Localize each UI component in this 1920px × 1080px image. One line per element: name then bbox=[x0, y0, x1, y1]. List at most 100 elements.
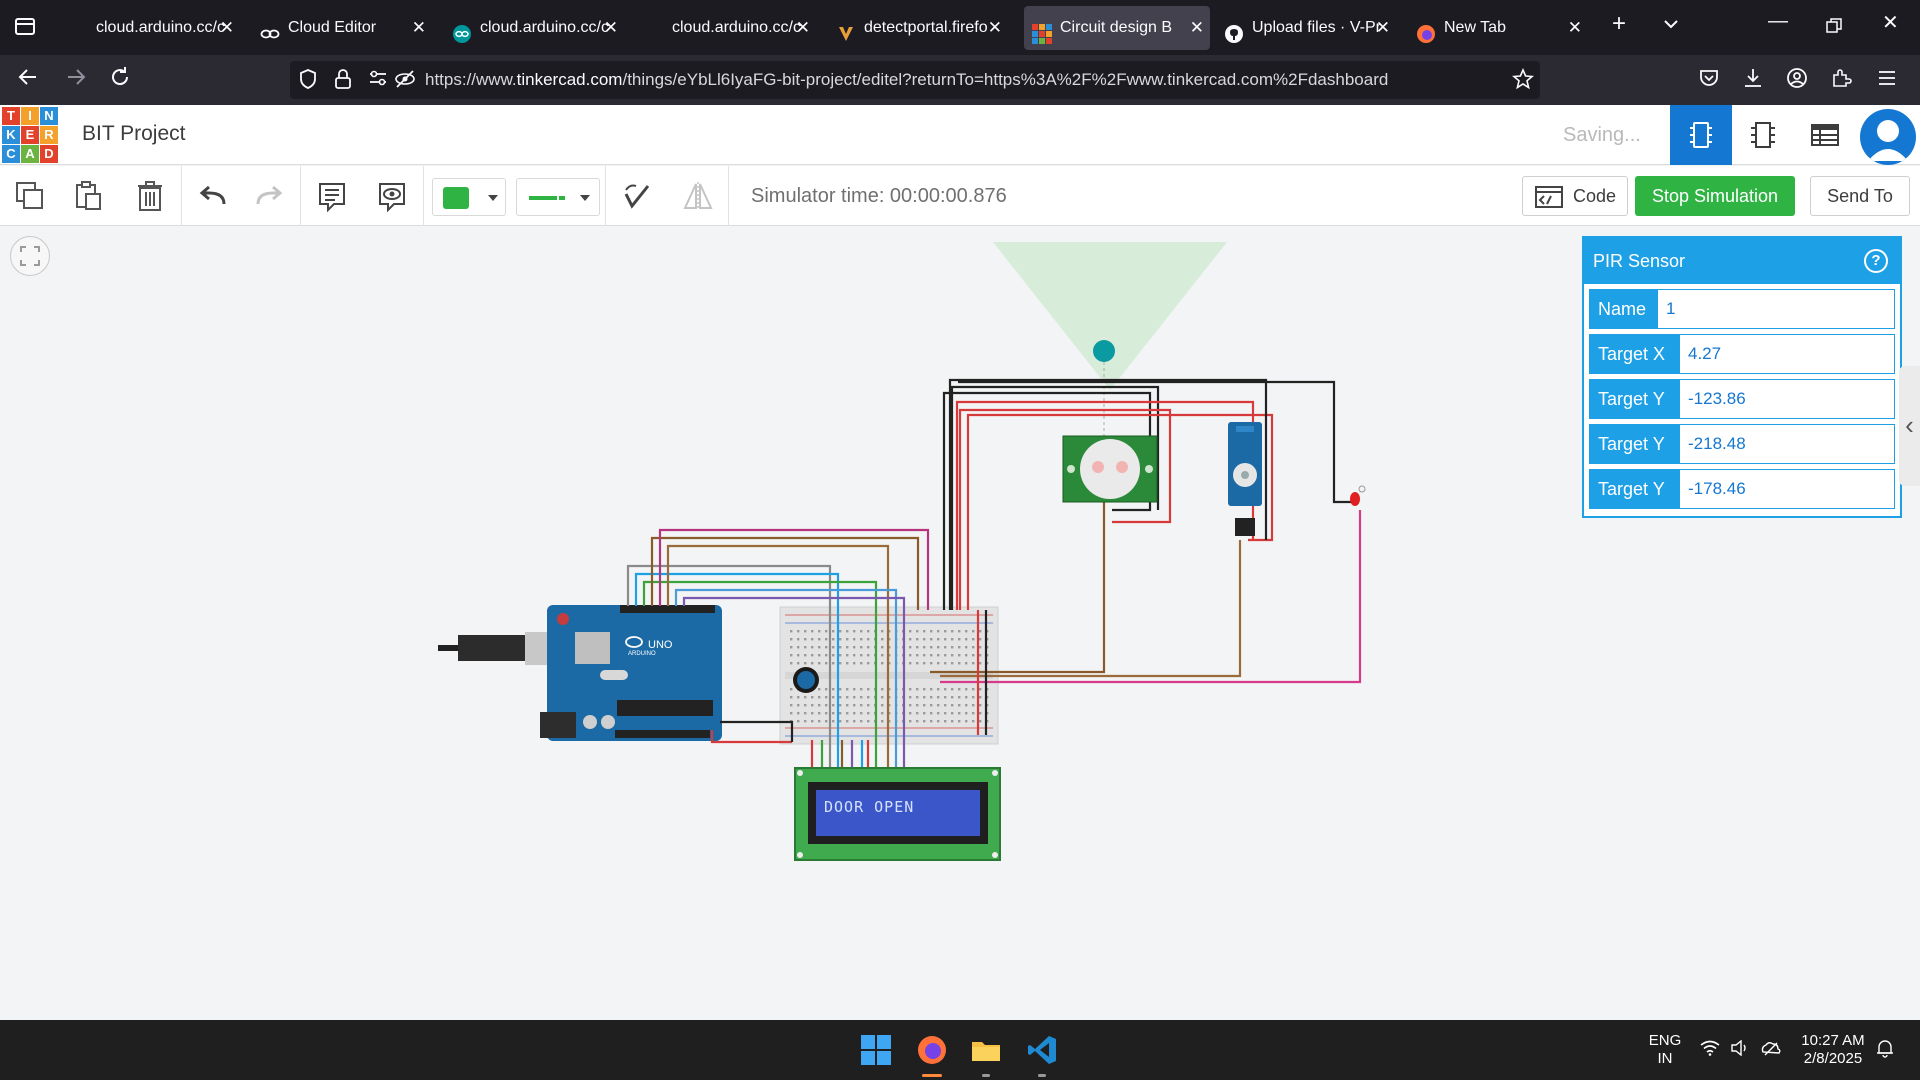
app-menu-hamburger-icon[interactable] bbox=[1876, 67, 1898, 96]
help-icon[interactable]: ? bbox=[1864, 249, 1888, 273]
code-button[interactable]: Code bbox=[1522, 176, 1628, 216]
browser-tab-active[interactable]: Circuit design BIT ✕ bbox=[1024, 6, 1210, 50]
paste-icon[interactable] bbox=[70, 178, 106, 214]
tinkercad-icon bbox=[1032, 18, 1052, 44]
arduino-uno-board: UNO ARDUINO bbox=[540, 605, 722, 741]
pir-target-marker bbox=[1093, 340, 1115, 362]
circuit-view-button[interactable] bbox=[1670, 105, 1732, 165]
vscode-icon[interactable] bbox=[1026, 1034, 1058, 1077]
circuit-diagram: UNO ARDUINO DOOR OPEN bbox=[438, 242, 1366, 861]
github-icon bbox=[1224, 18, 1244, 43]
logo-letter: N bbox=[40, 107, 58, 125]
downloads-icon[interactable] bbox=[1742, 67, 1764, 96]
toolbar-divider bbox=[181, 166, 182, 226]
tracking-blocked-icon[interactable] bbox=[394, 68, 416, 95]
project-title[interactable]: BIT Project bbox=[82, 122, 185, 146]
chevron-down-icon bbox=[580, 195, 590, 201]
target-y-input[interactable] bbox=[1688, 380, 1896, 418]
wire-type-picker[interactable] bbox=[516, 178, 600, 216]
firefox-taskbar-icon[interactable] bbox=[916, 1034, 948, 1077]
flip-mirror-icon[interactable] bbox=[680, 178, 716, 214]
close-tab-icon[interactable]: ✕ bbox=[1190, 6, 1204, 50]
rotate-icon[interactable] bbox=[618, 178, 654, 214]
windows-start-icon[interactable] bbox=[860, 1034, 892, 1066]
target-x-input[interactable] bbox=[1688, 335, 1896, 373]
tab-overview-icon[interactable] bbox=[12, 15, 38, 39]
toggle-notes-visibility-icon[interactable] bbox=[374, 178, 410, 214]
schematic-view-button[interactable] bbox=[1732, 105, 1794, 165]
color-picker[interactable] bbox=[432, 178, 506, 216]
table-list-icon bbox=[1811, 124, 1839, 146]
servo-motor bbox=[1228, 422, 1262, 536]
bookmark-star-icon[interactable] bbox=[1512, 67, 1534, 95]
pir-sensor bbox=[1062, 435, 1158, 503]
browser-tab-1[interactable]: cloud.arduino.cc/c ✕ bbox=[68, 6, 240, 50]
components-list-button[interactable] bbox=[1794, 105, 1856, 165]
browser-tab-5[interactable]: detectportal.firefo ✕ bbox=[836, 6, 1008, 50]
file-explorer-icon[interactable] bbox=[970, 1034, 1002, 1077]
browser-tab-4[interactable]: cloud.arduino.cc/c ✕ bbox=[644, 6, 816, 50]
inspector-header: PIR Sensor ? bbox=[1584, 238, 1900, 284]
close-tab-icon[interactable]: ✕ bbox=[604, 6, 618, 50]
color-swatch bbox=[443, 187, 469, 209]
close-window-icon[interactable]: ✕ bbox=[1882, 10, 1899, 35]
account-icon[interactable] bbox=[1786, 67, 1808, 96]
tinkercad-header: TIN KER CAD BIT Project Saving... bbox=[0, 105, 1920, 165]
browser-tab-7[interactable]: Upload files · V-Pr ✕ bbox=[1224, 6, 1396, 50]
pocket-icon[interactable] bbox=[1698, 67, 1720, 96]
stop-simulation-button[interactable]: Stop Simulation bbox=[1635, 176, 1795, 216]
editor-toolbar: Simulator time: 00:00:00.876 Code Stop S… bbox=[0, 166, 1920, 226]
user-avatar[interactable] bbox=[1860, 109, 1916, 165]
battery-charging-icon[interactable] bbox=[1760, 1040, 1782, 1061]
close-tab-icon[interactable]: ✕ bbox=[1568, 6, 1582, 50]
close-tab-icon[interactable]: ✕ bbox=[988, 6, 1002, 50]
url-text[interactable]: https://www.tinkercad.com/things/eYbLl6I… bbox=[425, 70, 1388, 90]
browser-tab-2[interactable]: Cloud Editor ✕ bbox=[260, 6, 432, 50]
forward-arrow-icon[interactable] bbox=[64, 65, 88, 96]
tinkercad-logo[interactable]: TIN KER CAD bbox=[2, 107, 58, 163]
notes-icon[interactable] bbox=[314, 178, 350, 214]
collapse-panel-chevron-icon[interactable]: ‹ bbox=[1899, 366, 1920, 486]
lock-icon[interactable] bbox=[334, 68, 352, 95]
volume-icon[interactable] bbox=[1730, 1039, 1750, 1061]
close-tab-icon[interactable]: ✕ bbox=[412, 6, 426, 50]
arduino-teal-icon bbox=[452, 18, 472, 43]
restore-window-icon[interactable] bbox=[1826, 17, 1842, 40]
new-tab-plus-icon[interactable]: + bbox=[1612, 10, 1626, 38]
clock[interactable]: 10:27 AM 2/8/2025 bbox=[1796, 1032, 1870, 1068]
close-tab-icon[interactable]: ✕ bbox=[796, 6, 810, 50]
browser-tab-3[interactable]: cloud.arduino.cc/c ✕ bbox=[452, 6, 624, 50]
target-y-input-2[interactable] bbox=[1688, 425, 1896, 463]
arduino-infinity-icon bbox=[260, 18, 280, 39]
back-arrow-icon[interactable] bbox=[16, 65, 40, 96]
logo-letter: D bbox=[40, 145, 58, 163]
name-input[interactable] bbox=[1666, 290, 1896, 328]
shield-icon[interactable] bbox=[298, 68, 318, 95]
reload-icon[interactable] bbox=[108, 65, 132, 96]
language-indicator[interactable]: ENG IN bbox=[1640, 1032, 1690, 1068]
target-y-input-3[interactable] bbox=[1688, 470, 1896, 508]
logo-letter: T bbox=[2, 107, 20, 125]
permissions-icon[interactable] bbox=[368, 68, 388, 93]
minimize-window-icon[interactable]: — bbox=[1768, 10, 1788, 33]
toolbar-divider bbox=[423, 166, 424, 226]
close-tab-icon[interactable]: ✕ bbox=[220, 6, 234, 50]
inspector-row-name: Name bbox=[1589, 289, 1896, 329]
list-all-tabs-chevron-icon[interactable] bbox=[1662, 12, 1680, 40]
notification-bell-icon[interactable] bbox=[1876, 1038, 1894, 1063]
copy-icon[interactable] bbox=[12, 178, 48, 214]
send-to-button[interactable]: Send To bbox=[1810, 176, 1910, 216]
browser-tab-8[interactable]: New Tab ✕ bbox=[1416, 6, 1588, 50]
pir-detection-cone bbox=[993, 242, 1227, 390]
save-status: Saving... bbox=[1563, 124, 1641, 146]
url-bar[interactable]: https://www.tinkercad.com/things/eYbLl6I… bbox=[290, 61, 1540, 99]
redo-icon[interactable] bbox=[252, 178, 288, 214]
simulator-time: Simulator time: 00:00:00.876 bbox=[751, 185, 1007, 207]
undo-icon[interactable] bbox=[194, 178, 230, 214]
wifi-icon[interactable] bbox=[1700, 1040, 1720, 1061]
close-tab-icon[interactable]: ✕ bbox=[1376, 6, 1390, 50]
arduino-brand-label: ARDUINO bbox=[628, 651, 656, 657]
extensions-icon[interactable] bbox=[1830, 67, 1852, 96]
logo-letter: A bbox=[21, 145, 39, 163]
delete-trash-icon[interactable] bbox=[132, 178, 168, 214]
